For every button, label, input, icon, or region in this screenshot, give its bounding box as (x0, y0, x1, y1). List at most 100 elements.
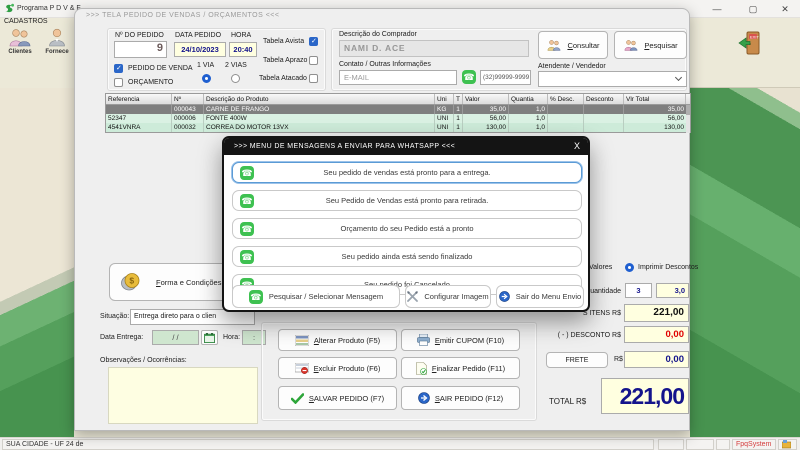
hora-entrega-label: Hora: (223, 334, 240, 341)
msg-label: Seu pedido ainda está sendo finalizado (342, 252, 473, 261)
salvar-pedido-button[interactable]: SALVAR PEDIDO (F7) (278, 386, 397, 410)
calendar-icon (204, 333, 215, 343)
emitir-cupom-button[interactable]: Emitir CUPOM (F10) (401, 329, 520, 351)
mdi-background-right (690, 88, 800, 437)
msg-orcamento-pronto-button[interactable]: ☎ Orçamento do seu Pedido está a pronto (232, 218, 582, 239)
products-table[interactable]: Referencia Nº Descrição do Produto Uni T… (105, 93, 691, 133)
tabela-avista-checkbox[interactable] (309, 37, 318, 46)
cell-valor: 56,00 (463, 114, 509, 123)
cell-total: 56,00 (624, 114, 686, 123)
atendente-label: Atendente / Vendedor (538, 63, 606, 70)
pesquisar-mensagem-label: Pesquisar / Selecionar Mensagem (269, 292, 383, 301)
emitir-cupom-label: Emitir CUPOM (F10) (435, 336, 504, 345)
maximize-icon[interactable]: ▢ (738, 0, 768, 18)
data-entrega-field[interactable]: / / (152, 330, 199, 345)
menu-cadastros[interactable]: CADASTROS (4, 18, 48, 25)
msg-pronto-retirada-button[interactable]: ☎ Seu Pedido de Vendas está pronto para … (232, 190, 582, 211)
modal-close-icon[interactable]: X (574, 138, 580, 155)
total-value: 221,00 (601, 378, 689, 414)
desconto-value[interactable]: 0,00 (624, 326, 689, 343)
pedido-venda-checkbox[interactable] (114, 64, 123, 73)
via1-radio[interactable] (202, 74, 211, 83)
status-bar: SUA CIDADE - UF 24 de FpqSystem (0, 437, 800, 450)
whatsapp-icon: ☎ (240, 222, 254, 236)
minimize-icon[interactable]: — (702, 0, 732, 18)
cell-uni: UNI (435, 123, 454, 132)
phone-field[interactable]: (32)99999-9999 (480, 70, 531, 85)
cell-valor: 35,00 (463, 105, 509, 114)
status-seg-1 (658, 439, 684, 450)
sair-pedido-button[interactable]: SAIR PEDIDO (F12) (401, 386, 520, 410)
pesquisar-button[interactable]: Pesquisar (614, 31, 687, 59)
via2-radio[interactable] (231, 74, 240, 83)
cell-desconto (584, 114, 624, 123)
col-descricao: Descrição do Produto (204, 94, 435, 104)
via2-label: 2 VIAS (225, 62, 247, 69)
data-pedido-label: DATA PEDIDO (175, 32, 221, 39)
person-icon (46, 28, 68, 48)
status-brand: FpqSystem (732, 439, 776, 450)
sair-menu-envio-label: Sair do Menu Envio (516, 292, 581, 301)
cell-referencia (106, 105, 172, 114)
status-seg-2 (686, 439, 714, 450)
col-desconto: Desconto (584, 94, 624, 104)
cell-desconto (584, 105, 624, 114)
clientes-button[interactable]: Clientes (2, 28, 38, 55)
msg-sendo-finalizado-button[interactable]: ☎ Seu pedido ainda está sendo finalizado (232, 246, 582, 267)
col-referencia: Referencia (106, 94, 172, 104)
orcamento-checkbox[interactable] (114, 78, 123, 87)
excluir-produto-button[interactable]: Excluir Produto (F6) (278, 357, 397, 379)
app-logo-icon (4, 3, 15, 14)
frete-button[interactable]: FRETE (546, 352, 608, 368)
col-num: Nº (172, 94, 204, 104)
exit-door-button[interactable]: EXIT (735, 29, 763, 57)
finalizar-pedido-button[interactable]: Finalizar Pedido (F11) (401, 357, 520, 379)
observacoes-textarea[interactable] (108, 367, 258, 424)
msg-pronto-entrega-button[interactable]: ☎ Seu pedido de vendas está pronto para … (232, 162, 582, 183)
frete-value[interactable]: 0,00 (624, 351, 689, 368)
tabela-atacado-checkbox[interactable] (309, 74, 318, 83)
pesquisar-mensagem-button[interactable]: ☎ Pesquisar / Selecionar Mensagem (232, 285, 400, 308)
table-row[interactable]: 4541VNRA 000032 CORREA DO MOTOR 13VX UNI… (106, 123, 690, 132)
table-row[interactable]: 52347 000006 FONTE 400W UNI 1 56,00 1,0 … (106, 114, 690, 123)
calendar-button[interactable] (201, 330, 218, 345)
data-pedido-value[interactable]: 24/10/2023 (174, 42, 226, 57)
whatsapp-icon: ☎ (240, 250, 254, 264)
cell-total: 35,00 (624, 105, 686, 114)
close-icon[interactable]: ✕ (770, 0, 800, 18)
consultar-button[interactable]: Consultar (538, 31, 608, 59)
tabela-aprazo-checkbox[interactable] (309, 56, 318, 65)
pedido-venda-label: PEDIDO DE VENDA (128, 65, 193, 72)
consultar-label: Consultar (567, 41, 599, 50)
num-pedido-value[interactable]: 9 (114, 41, 167, 58)
exit-door-icon: EXIT (735, 29, 763, 57)
buyer-value[interactable]: NAMI D. ACE (339, 40, 529, 57)
email-field[interactable]: E-MAIL (339, 70, 457, 85)
cell-num: 000043 (172, 105, 204, 114)
blue-arrow-icon (418, 392, 430, 404)
table-remove-icon (295, 363, 309, 374)
tabela-avista-label: Tabela Avista (263, 38, 304, 45)
imprimir-descontos-radio[interactable] (625, 263, 634, 272)
table-scrollbar[interactable] (686, 105, 690, 133)
clientes-label: Clientes (2, 49, 38, 55)
forma-condicoes-label: Forma e Condições de (156, 278, 232, 287)
table-grid-icon (295, 335, 309, 346)
valores-label: Valores (589, 264, 612, 271)
status-seg-3 (716, 439, 730, 450)
table-row[interactable]: 000043 CARNE DE FRANGO KG 1 35,00 1,0 35… (106, 105, 690, 114)
svg-text:EXIT: EXIT (750, 34, 759, 39)
cell-num: 000006 (172, 114, 204, 123)
hora-value[interactable]: 20:40 (229, 42, 257, 57)
cell-descricao: CARNE DE FRANGO (204, 105, 435, 114)
sair-menu-envio-button[interactable]: Sair do Menu Envio (496, 285, 584, 308)
atendente-select[interactable] (538, 71, 687, 87)
fornece-button[interactable]: Fornece (39, 28, 75, 55)
alterar-produto-button[interactable]: Alterar Produto (F5) (278, 329, 397, 351)
configurar-imagem-button[interactable]: Configurar Imagem (405, 285, 491, 308)
hora-label: HORA (231, 32, 251, 39)
cell-uni: KG (435, 105, 454, 114)
contact-label: Contato / Outras Informações (339, 61, 431, 68)
green-check-icon (291, 393, 304, 404)
desconto-label: ( - ) DESCONTO R$ (525, 332, 621, 339)
